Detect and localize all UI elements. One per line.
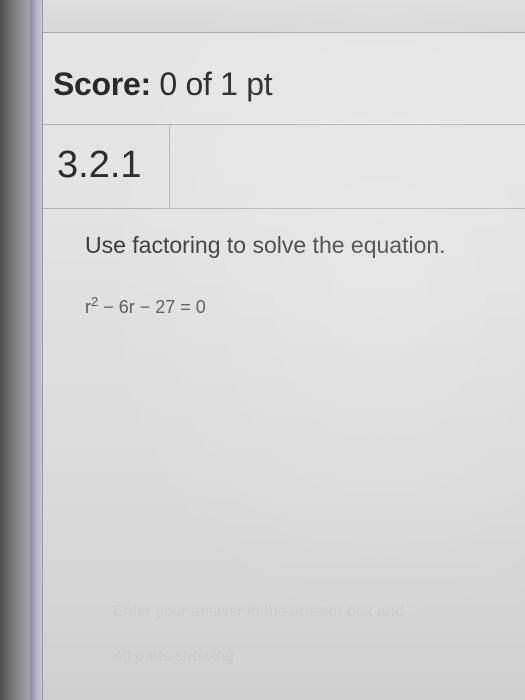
section-row: 3.2.1 <box>43 124 525 209</box>
parts-showing-text: All parts showing <box>113 648 234 665</box>
section-number: 3.2.1 <box>57 144 142 186</box>
question-instruction: Use factoring to solve the equation. <box>85 232 446 258</box>
score-row: Score: 0 of 1 pt <box>43 32 525 125</box>
left-accent-strip <box>30 0 42 700</box>
screen: Score: 0 of 1 pt 3.2.1 Use factoring to … <box>0 0 525 700</box>
question-equation: r2 − 6r − 27 = 0 <box>85 294 206 318</box>
monitor-bezel <box>0 0 30 700</box>
score-value: 0 of 1 pt <box>159 66 273 102</box>
answer-instructions-text: Enter your answer in the answer box and <box>113 603 404 620</box>
top-bar <box>43 0 525 33</box>
score-display: Score: 0 of 1 pt <box>53 66 273 103</box>
question-panel: Score: 0 of 1 pt 3.2.1 Use factoring to … <box>42 0 525 700</box>
equation-rest: − 6r − 27 = 0 <box>98 297 206 317</box>
score-label: Score: <box>53 66 151 102</box>
question-area: Use factoring to solve the equation. r2 … <box>43 208 525 700</box>
section-box: 3.2.1 <box>43 124 170 208</box>
